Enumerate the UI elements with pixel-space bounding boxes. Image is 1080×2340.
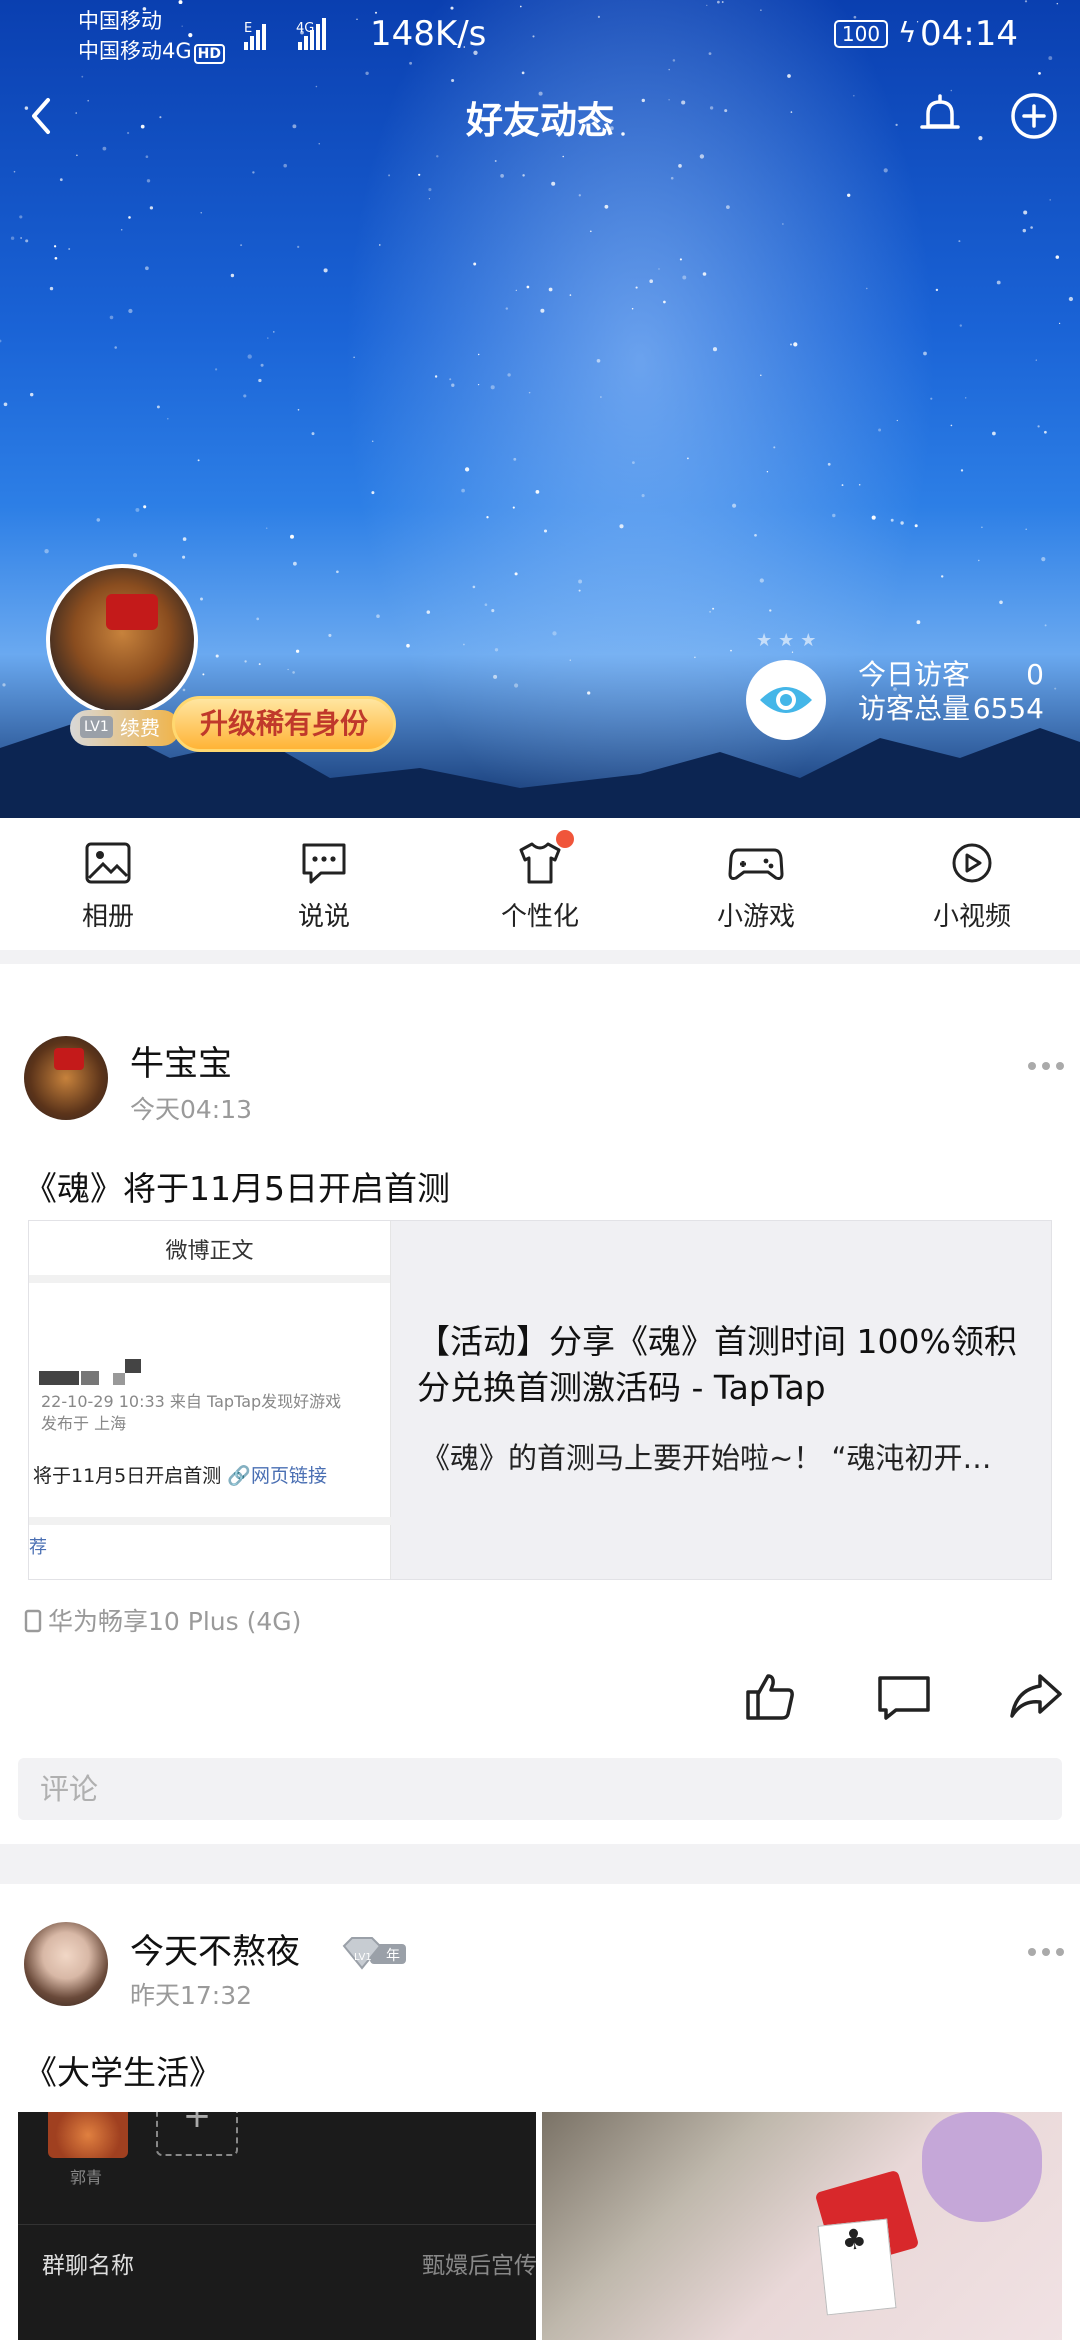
charging-icon: ϟ	[898, 16, 917, 49]
profile-avatar[interactable]	[46, 564, 198, 716]
phone-icon	[24, 1609, 42, 1633]
visitors-total-count: 6554	[972, 692, 1044, 725]
link-title: 【活动】分享《魂》首测时间 100%领积分兑换首测激活码 - TapTap	[417, 1322, 1017, 1407]
level-badge: LV1	[80, 716, 113, 738]
feature-personalize[interactable]: 个性化	[432, 818, 648, 950]
add-member-icon: +	[156, 2112, 238, 2156]
signal-icon: E 4G	[244, 18, 326, 50]
visitors-total-label: 访客总量	[858, 692, 971, 725]
network-speed: 148K/s	[370, 14, 487, 54]
tshirt-icon	[519, 842, 561, 884]
like-icon[interactable]	[742, 1668, 798, 1724]
share-icon[interactable]	[1008, 1668, 1064, 1724]
link-description: 《魂》的首测马上要开始啦~！ “魂沌初开…	[421, 1441, 992, 1475]
visitor-stats[interactable]: 今日访客 0 访客总量 6554	[858, 658, 1044, 726]
post-time: 今天04:13	[130, 1095, 253, 1124]
cover-background[interactable]: 中国移动 中国移动4G HD E 4G 148K/s 100 ϟ 04:14 好友…	[0, 0, 1080, 818]
thumb-meta-line-2: 发布于 上海	[41, 1414, 127, 1433]
post-author-name[interactable]: 今天不熬夜	[130, 1924, 300, 1973]
carrier-line-1: 中国移动	[78, 9, 162, 33]
top-nav: 好友动态	[0, 80, 1080, 152]
thumb-header: 微博正文	[29, 1221, 390, 1283]
post-photo[interactable]: ♣	[542, 2112, 1062, 2340]
feature-shuoshuo[interactable]: 说说	[216, 818, 432, 950]
carrier-line-2: 中国移动4G	[78, 39, 192, 63]
comment-icon[interactable]	[876, 1668, 932, 1724]
post-author-avatar[interactable]	[24, 1036, 108, 1120]
feature-videos[interactable]: 小视频	[864, 818, 1080, 950]
photo-row-value: 甄嬛后宫传	[422, 2253, 536, 2279]
comment-input[interactable]: 评论	[18, 1758, 1062, 1820]
post-text: 《魂》将于11月5日开启首测	[24, 1169, 450, 1208]
feature-album[interactable]: 相册	[0, 818, 216, 950]
feature-games-label: 小游戏	[716, 902, 795, 932]
feed-post: 牛宝宝 今天04:13 《魂》将于11月5日开启首测 微博正文 22-10-29…	[0, 964, 1080, 1844]
post-device: 华为畅享10 Plus (4G)	[24, 1602, 301, 1638]
post-time: 昨天17:32	[130, 1981, 253, 2010]
chat-icon	[302, 843, 346, 884]
renew-label: 续费	[120, 716, 160, 740]
feature-games[interactable]: 小游戏	[648, 818, 864, 950]
playing-card-icon: ♣	[817, 2218, 897, 2316]
carrier-info: 中国移动 中国移动4G HD	[78, 6, 225, 66]
thumb-recommend: 荐	[29, 1517, 391, 1559]
photo-member-name: 郭青	[70, 2168, 103, 2187]
link-chain-icon: 🔗	[227, 1465, 251, 1487]
add-icon[interactable]	[1004, 86, 1064, 146]
shared-link-card[interactable]: 微博正文 22-10-29 10:33 来自 TapTap发现好游戏 发布于 上…	[28, 1220, 1052, 1580]
video-icon	[952, 843, 992, 883]
post-actions	[0, 1668, 1080, 1738]
renew-button[interactable]: LV1 续费	[70, 710, 180, 746]
album-icon	[85, 842, 131, 884]
status-bar: 中国移动 中国移动4G HD E 4G 148K/s 100 ϟ 04:14	[0, 0, 1080, 72]
bell-icon[interactable]	[910, 86, 970, 146]
thumb-text-body: 将于11月5日开启首测	[33, 1465, 222, 1487]
battery-icon: 100	[834, 20, 888, 48]
feature-album-label: 相册	[81, 902, 134, 932]
post-device-name: 华为畅享10 Plus (4G)	[48, 1607, 302, 1636]
vip-badge-level: LV1	[354, 1952, 372, 1963]
eye-icon	[760, 687, 812, 713]
visitors-today-label: 今日访客	[858, 658, 971, 691]
upgrade-identity-button[interactable]: 升级稀有身份	[172, 696, 396, 752]
svg-text:E: E	[244, 21, 252, 36]
notification-dot	[556, 830, 574, 848]
clock: 04:14	[920, 14, 1018, 54]
feature-personalize-label: 个性化	[500, 902, 579, 932]
thumb-meta-line-1: 22-10-29 10:33 来自 TapTap发现好游戏	[41, 1392, 342, 1411]
post-photo[interactable]: + 郭青 群聊名称 甄嬛后宫传	[18, 2112, 536, 2340]
gamepad-icon	[728, 848, 784, 880]
feed-post: 今天不熬夜 LV1 年 昨天17:32 《大学生活》 + 郭青 群聊名称 甄嬛后…	[0, 1884, 1080, 2340]
vip-diamond-badge-icon: LV1 年	[342, 1937, 406, 1970]
feature-videos-label: 小视频	[932, 902, 1011, 932]
post-photos: + 郭青 群聊名称 甄嬛后宫传 ♣	[18, 2112, 1062, 2340]
visitors-today-count: 0	[1026, 658, 1044, 691]
link-thumbnail: 微博正文 22-10-29 10:33 来自 TapTap发现好游戏 发布于 上…	[29, 1221, 391, 1579]
visitor-sparkle-icon: ★★★	[756, 630, 823, 651]
hd-badge: HD	[193, 44, 225, 64]
feature-bar: 相册 说说 个性化 小游戏 小视频	[0, 818, 1080, 950]
visitor-eye-button[interactable]	[746, 660, 826, 740]
post-author-name[interactable]: 牛宝宝	[130, 1036, 232, 1085]
thumb-web-link: 网页链接	[250, 1465, 327, 1487]
more-icon[interactable]	[1026, 1946, 1066, 1958]
feature-shuoshuo-label: 说说	[297, 902, 350, 932]
thumb-meta: 22-10-29 10:33 来自 TapTap发现好游戏 发布于 上海	[41, 1391, 341, 1435]
more-icon[interactable]	[1026, 1060, 1066, 1072]
post-text: 《大学生活》	[24, 2053, 222, 2092]
photo-row-label: 群聊名称	[42, 2253, 134, 2279]
post-author-avatar[interactable]	[24, 1922, 108, 2006]
vip-badge-text: 年	[386, 1948, 400, 1964]
thumb-text: 将于11月5日开启首测 🔗网页链接	[33, 1461, 327, 1488]
